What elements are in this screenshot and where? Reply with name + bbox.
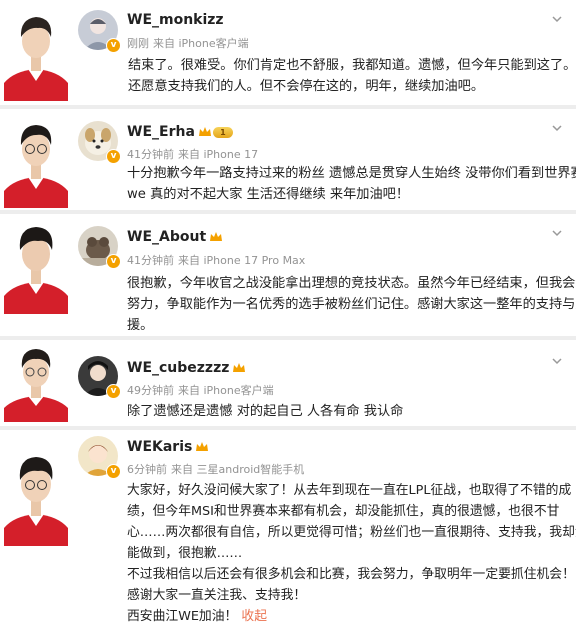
- post-card-2: v WE_Erha 1 41分钟前 来自 iPhone 17 十分抱歉今年一路支持过…: [0, 109, 576, 210]
- player-photo-4: [0, 340, 72, 422]
- crown-icon: [210, 232, 223, 241]
- post-body-3: 很抱歉，今年收官之战没能拿出理想的竞技状态。虽然今年已经结束，但我会继续 努力，…: [127, 276, 576, 333]
- crown-icon: [198, 127, 211, 136]
- player-photo-1: [0, 3, 72, 101]
- player-photo-2: [0, 111, 72, 208]
- post-meta-4: 49分钟前 来自 iPhone客户端: [127, 384, 274, 397]
- username-2[interactable]: WE_Erha 1: [127, 124, 233, 140]
- chevron-down-icon[interactable]: [550, 121, 564, 135]
- crown-icon: [196, 442, 209, 451]
- chevron-down-icon[interactable]: [550, 12, 564, 26]
- collapse-link[interactable]: 收起: [241, 609, 267, 624]
- username-3[interactable]: WE_About: [127, 229, 223, 245]
- post-meta-2: 41分钟前 来自 iPhone 17: [127, 148, 259, 161]
- post-body-1: 结束了。很难受。你们肯定也不舒服，我都知道。遗憾，但今年只能到这了。谢谢 还愿意…: [128, 58, 576, 94]
- post-meta-1: 刚刚 来自 iPhone客户端: [127, 37, 249, 50]
- post-body-2: 十分抱歉今年一路支持过来的粉丝 遗憾总是贯穿人生始终 没带你们看到世界赛的 we…: [127, 166, 576, 202]
- player-photo-3: [0, 214, 72, 314]
- level-badge: 1: [212, 126, 233, 138]
- verified-badge-icon: v: [106, 464, 121, 479]
- verified-badge-icon: v: [106, 149, 121, 164]
- post-card-1: v WE_monkizz 刚刚 来自 iPhone客户端 结束了。很难受。你们肯定…: [0, 0, 576, 104]
- chevron-down-icon[interactable]: [550, 354, 564, 368]
- crown-icon: [233, 363, 246, 372]
- post-body-4: 除了遗憾还是遗憾 对的起自己 人各有命 我认命: [127, 404, 404, 419]
- post-meta-3: 41分钟前 来自 iPhone 17 Pro Max: [127, 254, 306, 267]
- post-meta-5: 6分钟前 来自 三星android智能手机: [127, 463, 305, 476]
- username-5[interactable]: WEKaris: [127, 439, 209, 455]
- chevron-down-icon[interactable]: [550, 226, 564, 240]
- post-card-3: v WE_About 41分钟前 来自 iPhone 17 Pro Max 很抱歉…: [0, 214, 576, 336]
- post-body-5: 大家好，好久没问候大家了！从去年到现在一直在LPL征战，也取得了不错的成 绩，但…: [127, 483, 576, 624]
- username-4[interactable]: WE_cubezzzz: [127, 360, 246, 376]
- verified-badge-icon: v: [106, 254, 121, 269]
- verified-badge-icon: v: [106, 384, 121, 399]
- player-photo-5: [0, 442, 72, 546]
- post-card-4: v WE_cubezzzz 49分钟前 来自 iPhone客户端 除了遗憾还是遗憾…: [0, 340, 576, 426]
- username-1[interactable]: WE_monkizz: [127, 12, 224, 28]
- verified-badge-icon: v: [106, 38, 121, 53]
- post-card-5: v WEKaris 6分钟前 来自 三星android智能手机 大家好，好久没问候…: [0, 430, 576, 624]
